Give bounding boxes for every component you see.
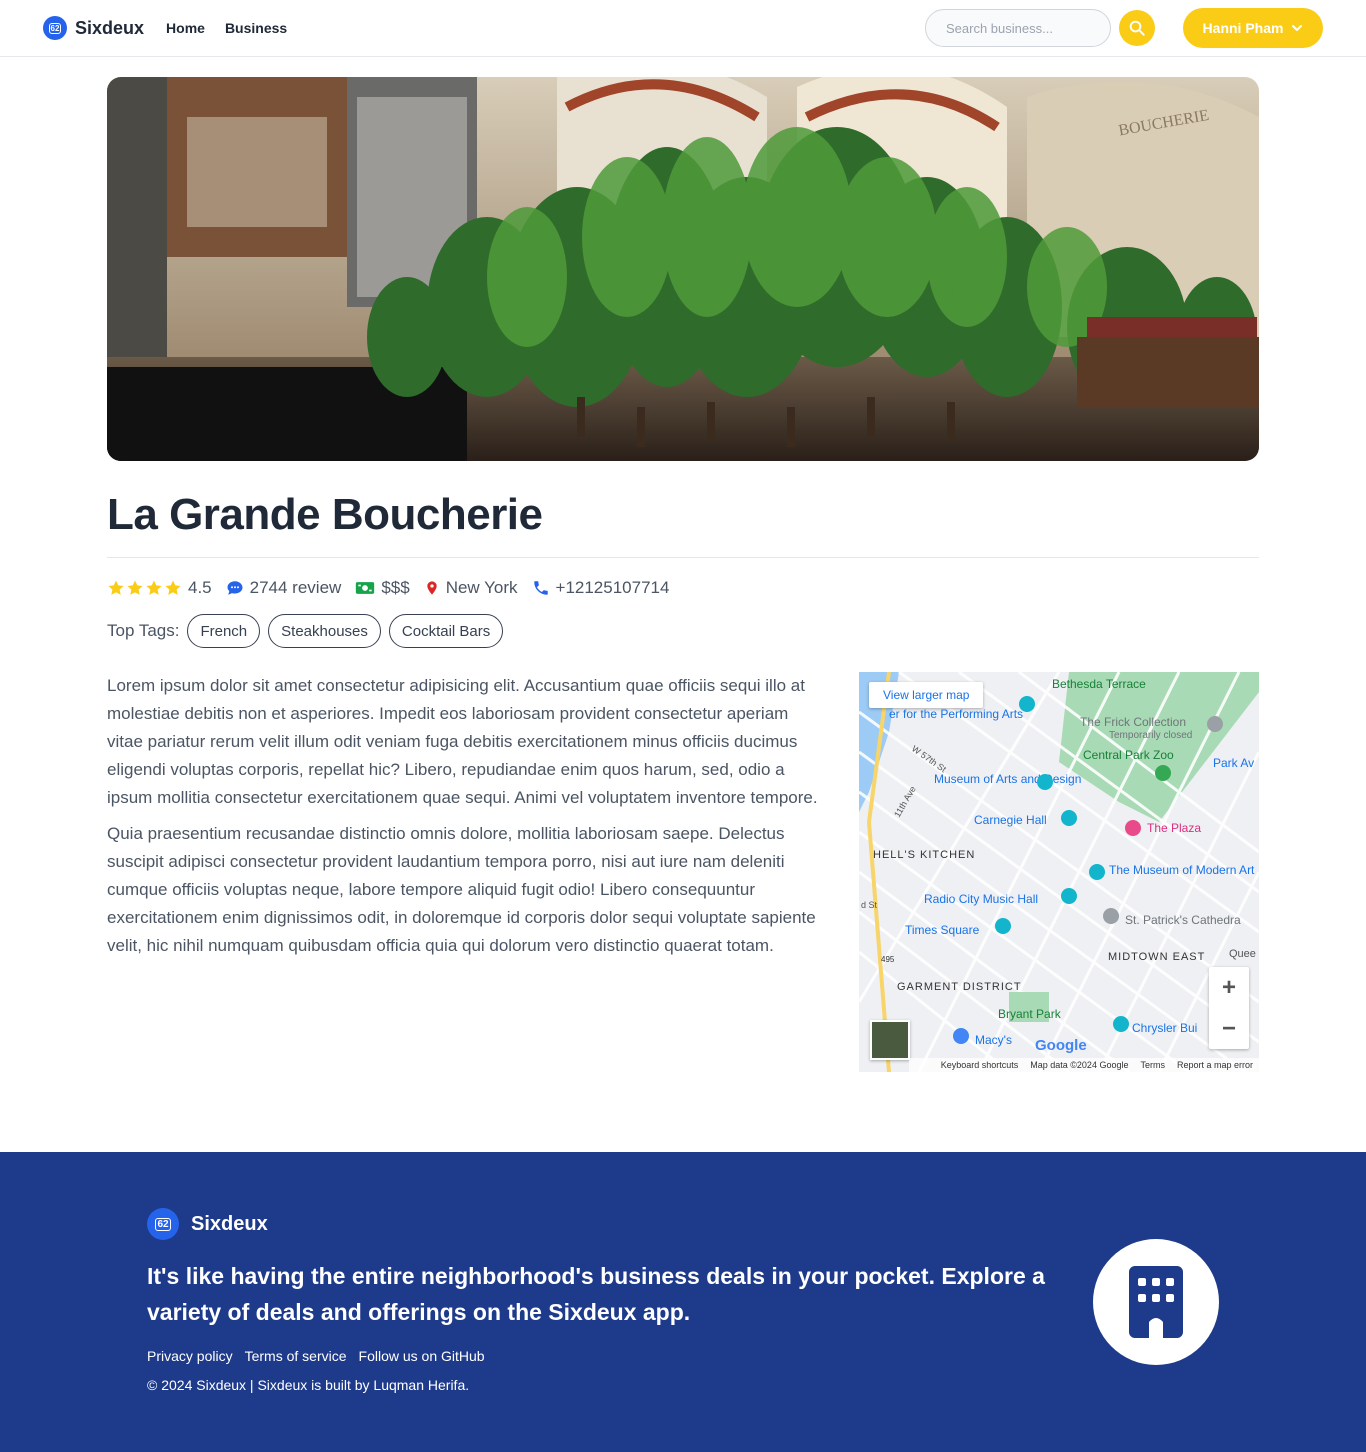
hero-image: BOUCHERIE (107, 77, 1259, 461)
location: New York (424, 578, 518, 598)
phone-icon (533, 581, 548, 595)
title-divider (107, 557, 1259, 558)
map-attribution: Keyboard shortcuts Map data ©2024 Google… (909, 1058, 1259, 1072)
description-paragraph: Lorem ipsum dolor sit amet consectetur a… (107, 676, 818, 807)
business-title: La Grande Boucherie (107, 490, 543, 539)
google-logo: Google (1035, 1037, 1087, 1054)
star-icon (165, 580, 181, 595)
footer-badge (1093, 1239, 1219, 1365)
github-link[interactable]: Follow us on GitHub (359, 1348, 485, 1364)
terms-link[interactable]: Terms (1140, 1060, 1165, 1070)
rating: 4.5 (107, 578, 212, 598)
brand-name: Sixdeux (75, 17, 145, 38)
location-text: New York (445, 578, 518, 597)
review-count-text: 2744 review (249, 578, 342, 597)
search-input[interactable] (925, 9, 1111, 47)
phone[interactable]: +12125107714 (532, 578, 670, 598)
rating-value: 4.5 (188, 578, 212, 597)
map-data-text: Map data ©2024 Google (1030, 1060, 1129, 1070)
phone-text: +12125107714 (555, 578, 670, 597)
price-text: $$$ (381, 578, 410, 597)
business-meta: 4.5 2744 review $$$ New York +1212510771… (107, 576, 683, 600)
star-icon (127, 580, 143, 595)
tags-label: Top Tags: (107, 621, 180, 640)
view-larger-map-link[interactable]: View larger map (869, 682, 984, 708)
search-button[interactable] (1119, 10, 1155, 46)
keyboard-shortcuts-link[interactable]: Keyboard shortcuts (941, 1060, 1019, 1070)
business-description: Lorem ipsum dolor sit amet consectetur a… (107, 672, 827, 968)
privacy-policy-link[interactable]: Privacy policy (147, 1348, 233, 1364)
footer-tagline: It's like having the entire neighborhood… (147, 1263, 1045, 1325)
brand-logo-icon: 62 (147, 1208, 179, 1240)
price-level: $$$ (355, 578, 410, 598)
map-zoom-controls: + − (1209, 967, 1249, 1049)
footer-brand-name: Sixdeux (191, 1212, 268, 1235)
rating-stars (107, 579, 182, 597)
embedded-map[interactable]: View larger map er for the Performing Ar… (859, 672, 1259, 1072)
review-count: 2744 review (226, 578, 342, 598)
brand[interactable]: 62 Sixdeux (43, 16, 144, 40)
nav-link-home[interactable]: Home (166, 20, 205, 36)
star-icon (108, 580, 124, 595)
tag-cocktail-bars[interactable]: Cocktail Bars (388, 614, 504, 648)
nav-actions: Hanni Pham (925, 8, 1323, 48)
tag-french[interactable]: French (187, 614, 261, 648)
brand-logo-icon: 62 (43, 16, 67, 40)
top-tags: Top Tags: French Steakhouses Cocktail Ba… (107, 614, 504, 648)
zoom-in-button[interactable]: + (1209, 967, 1249, 1008)
terms-of-service-link[interactable]: Terms of service (245, 1348, 347, 1364)
tag-steakhouses[interactable]: Steakhouses (268, 614, 381, 648)
footer-links: Privacy policy Terms of service Follow u… (147, 1348, 485, 1364)
main-nav: Home Business (166, 20, 287, 36)
footer-brand[interactable]: 62 Sixdeux (147, 1208, 268, 1240)
site-footer: 62 Sixdeux It's like having the entire n… (0, 1152, 1366, 1452)
description-paragraph: Quia praesentium recusandae distinctio o… (107, 824, 816, 955)
star-icon (146, 580, 162, 595)
user-name: Hanni Pham (1202, 20, 1284, 36)
footer-copyright: © 2024 Sixdeux | Sixdeux is built by Luq… (147, 1377, 470, 1393)
search-icon (1129, 20, 1145, 36)
report-map-error-link[interactable]: Report a map error (1177, 1060, 1253, 1070)
nav-link-business[interactable]: Business (225, 20, 287, 36)
top-navbar: 62 Sixdeux Home Business Hanni Pham (0, 0, 1366, 57)
building-icon (1129, 1266, 1183, 1338)
zoom-out-button[interactable]: − (1209, 1008, 1249, 1049)
satellite-toggle[interactable] (870, 1020, 910, 1060)
money-bill-icon (356, 582, 375, 594)
chat-bubble-icon (227, 581, 243, 595)
map-pin-icon (427, 581, 437, 595)
user-menu-button[interactable]: Hanni Pham (1183, 8, 1323, 48)
chevron-down-icon (1292, 25, 1303, 31)
